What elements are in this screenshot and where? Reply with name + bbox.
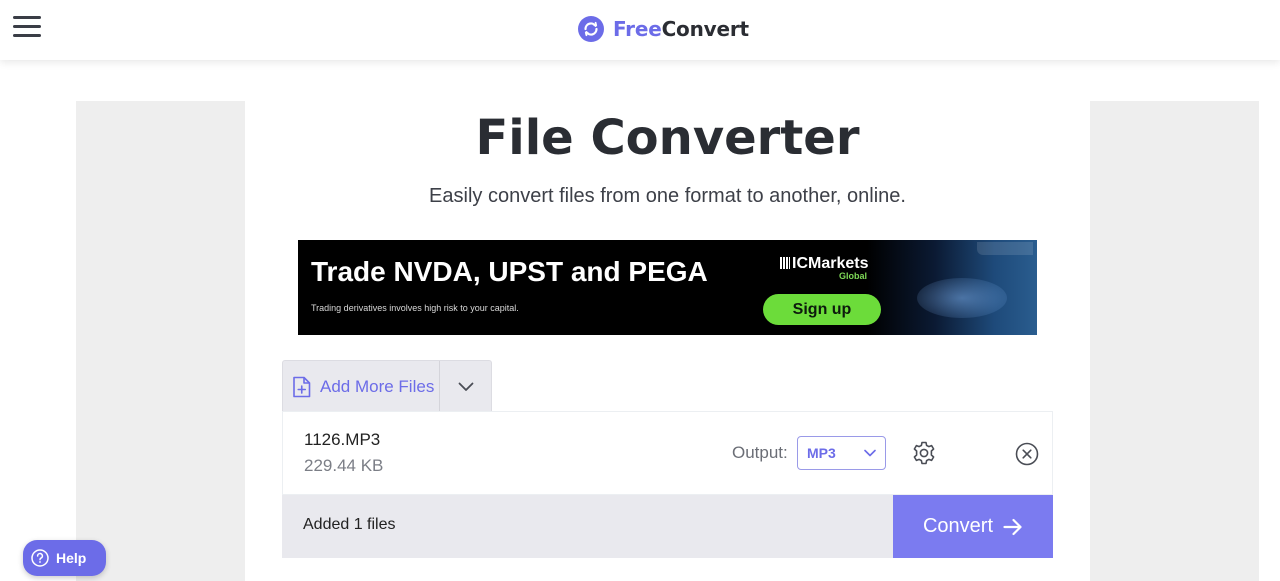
added-files-count: Added 1 files <box>303 516 396 533</box>
add-more-files-button[interactable]: Add More Files <box>283 361 441 412</box>
add-more-files-label: Add More Files <box>320 376 435 396</box>
add-more-files-control: Add More Files <box>282 360 492 412</box>
right-side-panel <box>1090 101 1259 581</box>
file-size: 229.44 KB <box>304 456 384 475</box>
hamburger-menu-icon[interactable] <box>13 16 41 38</box>
status-bar: Added 1 files <box>282 495 893 558</box>
ad-choices-badge[interactable] <box>977 242 1033 255</box>
file-plus-icon <box>293 376 311 397</box>
ad-logo-sub: Global <box>839 271 868 281</box>
ad-banner[interactable]: Trade NVDA, UPST and PEGA Trading deriva… <box>298 240 1037 335</box>
brand-logo[interactable]: FreeConvert <box>578 14 749 44</box>
chevron-down-icon <box>864 449 876 457</box>
brand-name-free: Free <box>613 17 662 41</box>
page-subtitle: Easily convert files from one format to … <box>429 185 906 207</box>
file-name: 1126.MP3 <box>304 430 381 449</box>
left-side-panel <box>76 101 245 581</box>
top-header: FreeConvert <box>0 0 1280 60</box>
help-button[interactable]: Help <box>23 540 106 576</box>
brand-name: FreeConvert <box>613 17 749 41</box>
chevron-down-icon <box>458 382 474 391</box>
arrow-right-icon <box>1003 518 1022 535</box>
page-title: File Converter <box>475 110 860 166</box>
brand-name-convert: Convert <box>661 17 749 41</box>
refresh-circle-icon <box>578 16 604 42</box>
ad-glow <box>917 278 1007 318</box>
output-label: Output: <box>732 443 788 462</box>
gear-icon[interactable] <box>911 440 937 466</box>
output-format-value: MP3 <box>807 445 836 461</box>
convert-button[interactable]: Convert <box>893 495 1053 558</box>
ad-logo-text: ICMarkets <box>792 255 869 272</box>
convert-label: Convert <box>922 515 994 537</box>
bars-icon <box>780 257 790 269</box>
add-more-dropdown-toggle[interactable] <box>440 361 491 412</box>
ad-disclaimer: Trading derivatives involves high risk t… <box>311 303 519 313</box>
help-label: Help <box>56 550 87 566</box>
ad-signup-button[interactable]: Sign up <box>763 294 881 325</box>
file-row: 1126.MP3 229.44 KB Output: MP3 <box>282 411 1053 495</box>
ad-headline: Trade NVDA, UPST and PEGA <box>311 256 708 287</box>
question-circle-icon <box>31 549 49 567</box>
close-circle-icon[interactable] <box>1015 442 1039 466</box>
output-format-select[interactable]: MP3 <box>797 436 886 470</box>
